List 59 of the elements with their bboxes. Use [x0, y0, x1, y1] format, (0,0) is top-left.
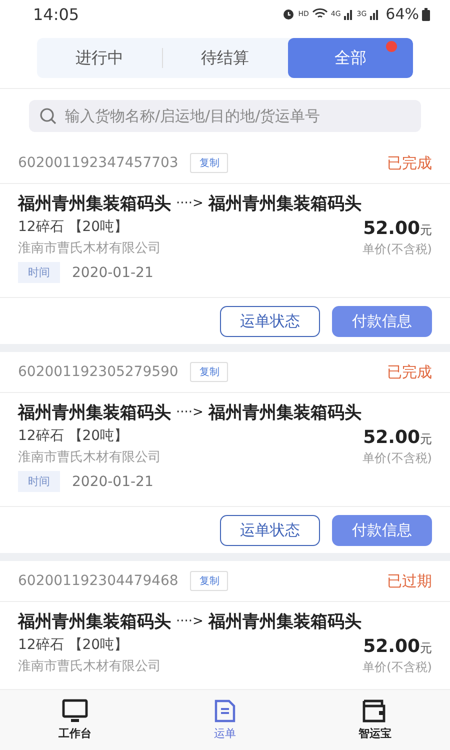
price-note: 单价(不含税) — [362, 241, 432, 258]
search-field[interactable]: 输入货物名称/启运地/目的地/货运单号 — [29, 100, 421, 132]
monitor-icon — [62, 699, 88, 723]
order-number: 602001192304479468 — [18, 573, 178, 589]
cargo-info: 12碎石 【20吨】 — [18, 427, 130, 445]
signal-icon — [344, 8, 354, 20]
route-arrow: ····> — [176, 614, 204, 629]
battery-icon — [422, 8, 430, 20]
document-icon — [214, 699, 236, 723]
price-note: 单价(不含税) — [362, 659, 432, 676]
route-arrow: ····> — [176, 405, 204, 420]
copy-button[interactable]: 复制 — [190, 153, 228, 173]
price-unit: 元 — [420, 223, 432, 237]
price: 52.00 — [363, 427, 420, 448]
price-note: 单价(不含税) — [362, 450, 432, 467]
wifi-icon — [312, 8, 328, 20]
origin: 福州青州集装箱码头 — [18, 402, 171, 424]
company-name: 淮南市曹氏木材有限公司 — [18, 658, 161, 675]
price: 52.00 — [363, 636, 420, 657]
destination: 福州青州集装箱码头 — [208, 193, 362, 215]
origin: 福州青州集装箱码头 — [18, 193, 171, 215]
cargo-info: 12碎石 【20吨】 — [18, 218, 130, 236]
order-number: 602001192347457703 — [18, 155, 178, 171]
nav-item[interactable]: 智运宝 — [300, 690, 450, 750]
order-date: 2020-01-21 — [72, 474, 154, 490]
filter-tab[interactable]: 全部 — [288, 38, 413, 78]
order-status: 已过期 — [387, 572, 432, 590]
clock-time: 14:05 — [33, 4, 80, 24]
search-input[interactable]: 输入货物名称/启运地/目的地/货运单号 — [63, 106, 411, 126]
time-tag: 时间 — [18, 471, 60, 492]
battery-percent: 64% — [386, 5, 419, 23]
order-date: 2020-01-21 — [72, 264, 154, 280]
cargo-info: 12碎石 【20吨】 — [18, 636, 130, 654]
order-number: 602001192305279590 — [18, 364, 178, 380]
price-unit: 元 — [420, 641, 432, 655]
search-icon — [39, 107, 57, 125]
copy-button[interactable]: 复制 — [190, 362, 228, 382]
order-status: 已完成 — [387, 154, 432, 172]
company-name: 淮南市曹氏木材有限公司 — [18, 240, 161, 257]
time-tag: 时间 — [18, 262, 60, 283]
action-button[interactable]: 运单状态 — [220, 306, 320, 336]
order-status: 已完成 — [387, 362, 432, 382]
action-button[interactable]: 运单状态 — [220, 514, 320, 546]
route-arrow: ····> — [176, 196, 204, 211]
action-button[interactable]: 付款信息 — [332, 306, 432, 336]
company-name: 淮南市曹氏木材有限公司 — [18, 449, 161, 466]
filter-tab[interactable]: 进行中 — [37, 38, 162, 78]
nav-item[interactable]: 工作台 — [0, 690, 150, 750]
copy-button[interactable]: 复制 — [190, 571, 228, 591]
filter-tab[interactable]: 待结算 — [162, 38, 288, 78]
signal-icon — [370, 8, 380, 20]
origin: 福州青州集装箱码头 — [18, 611, 171, 633]
price-unit: 元 — [420, 432, 432, 446]
destination: 福州青州集装箱码头 — [208, 402, 362, 424]
nav-item[interactable]: 运单 — [150, 690, 300, 750]
wallet-icon — [362, 699, 388, 723]
destination: 福州青州集装箱码头 — [208, 611, 362, 633]
price: 52.00 — [363, 218, 420, 239]
action-button[interactable]: 付款信息 — [332, 514, 432, 546]
